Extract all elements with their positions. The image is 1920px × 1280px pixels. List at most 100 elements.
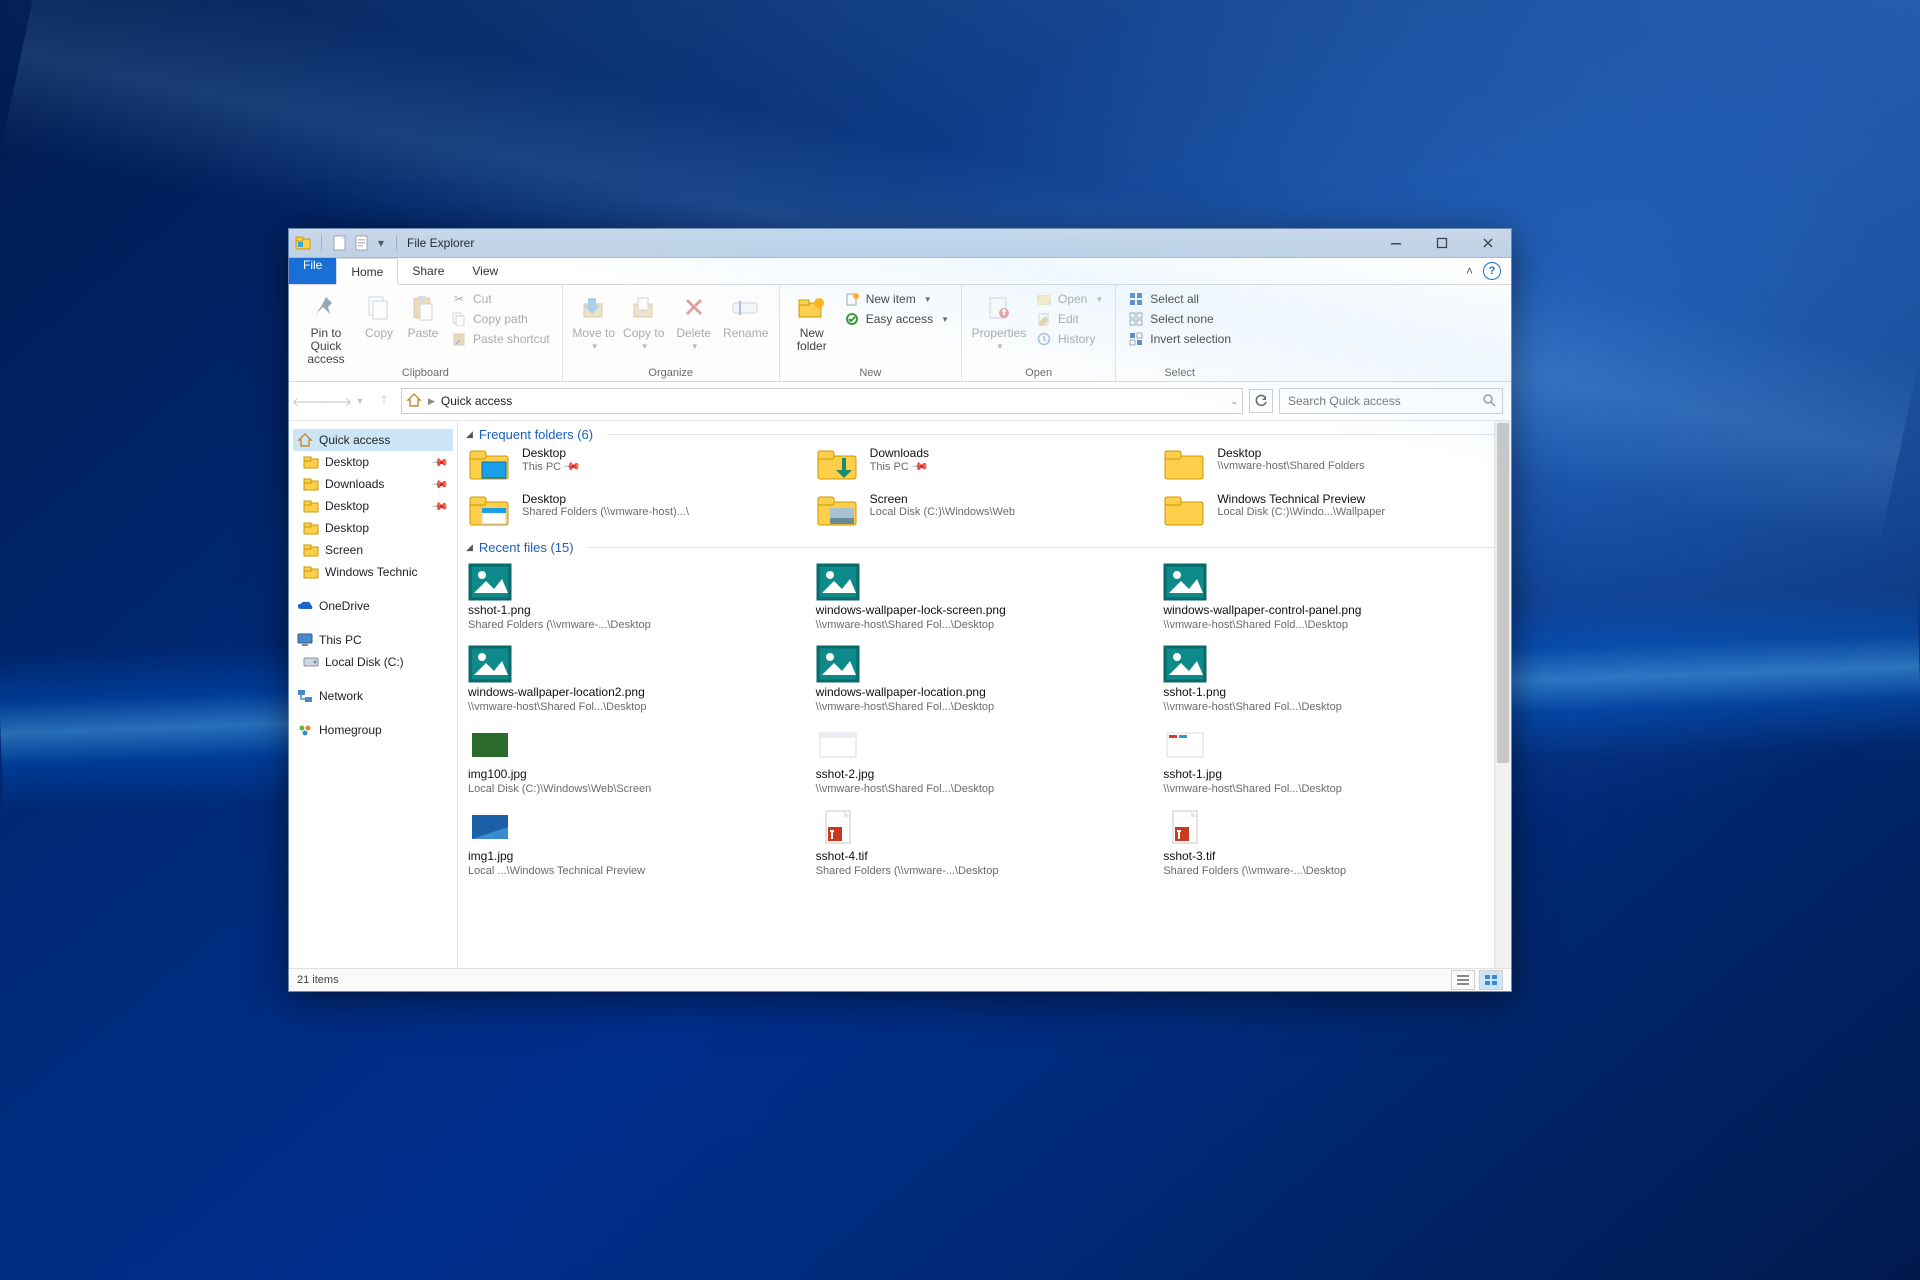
edit-button[interactable]: Edit (1032, 310, 1107, 328)
nav-recent-dropdown[interactable]: ▼ (353, 390, 367, 412)
file-thumbnail (1163, 727, 1207, 765)
recent-file-item[interactable]: sshot-3.tifShared Folders (\\vmware-...\… (1163, 809, 1503, 877)
clipboard-group-label: Clipboard (297, 367, 554, 380)
address-dropdown-icon[interactable]: ⌄ (1230, 396, 1238, 407)
move-to-icon (578, 292, 610, 324)
easy-access-button[interactable]: Easy access▼ (840, 310, 953, 328)
qat-dropdown-icon[interactable]: ▾ (376, 235, 386, 251)
history-button[interactable]: History (1032, 330, 1107, 348)
pin-icon: 📌 (910, 457, 929, 476)
frequent-folder-item[interactable]: Windows Technical PreviewLocal Disk (C:)… (1163, 492, 1503, 528)
rename-button[interactable]: Rename (721, 288, 771, 340)
ribbon-collapse-icon[interactable]: ˄ (1466, 264, 1473, 278)
sidebar-local-disk[interactable]: Local Disk (C:) (293, 651, 453, 673)
pin-icon: 📌 (431, 475, 450, 494)
recent-file-item[interactable]: img1.jpgLocal ...\Windows Technical Prev… (468, 809, 808, 877)
recent-file-item[interactable]: windows-wallpaper-lock-screen.png\\vmwar… (816, 563, 1156, 631)
frequent-folder-item[interactable]: ScreenLocal Disk (C:)\Windows\Web (816, 492, 1156, 528)
pin-to-quick-access-button[interactable]: Pin to Quick access (297, 288, 355, 367)
breadcrumb[interactable]: Quick access (441, 394, 512, 408)
recent-file-item[interactable]: sshot-4.tifShared Folders (\\vmware-...\… (816, 809, 1156, 877)
recent-file-item[interactable]: sshot-2.jpg\\vmware-host\Shared Fol...\D… (816, 727, 1156, 795)
sidebar-item[interactable]: Windows Technic (293, 561, 453, 583)
recent-file-item[interactable]: img100.jpgLocal Disk (C:)\Windows\Web\Sc… (468, 727, 808, 795)
help-icon[interactable]: ? (1483, 262, 1501, 280)
vertical-scrollbar[interactable] (1494, 421, 1511, 968)
sidebar-item[interactable]: Screen (293, 539, 453, 561)
paste-shortcut-button[interactable]: Paste shortcut (447, 330, 554, 348)
close-button[interactable] (1465, 229, 1511, 257)
tab-share[interactable]: Share (398, 258, 458, 284)
folder-icon (1163, 492, 1207, 528)
view-large-icons-button[interactable] (1479, 970, 1503, 990)
move-to-button[interactable]: Move to▼ (571, 288, 617, 352)
recent-file-item[interactable]: sshot-1.jpg\\vmware-host\Shared Fol...\D… (1163, 727, 1503, 795)
frequent-folder-item[interactable]: DownloadsThis PC📌 (816, 446, 1156, 482)
qat-new-doc-icon[interactable] (332, 235, 348, 251)
chevron-right-icon: ▶ (428, 396, 435, 407)
tab-home[interactable]: Home (336, 258, 398, 285)
refresh-button[interactable] (1249, 389, 1273, 413)
file-thumbnail (468, 645, 512, 683)
recent-file-item[interactable]: windows-wallpaper-location2.png\\vmware-… (468, 645, 808, 713)
nav-up-button[interactable]: 🡑 (373, 390, 395, 412)
qat-separator (321, 235, 322, 251)
recent-file-item[interactable]: sshot-1.png\\vmware-host\Shared Fol...\D… (1163, 645, 1503, 713)
sidebar-item[interactable]: Desktop (293, 517, 453, 539)
cut-button[interactable]: ✂Cut (447, 290, 554, 308)
sidebar-item[interactable]: Desktop📌 (293, 495, 453, 517)
recent-file-item[interactable]: windows-wallpaper-location.png\\vmware-h… (816, 645, 1156, 713)
new-folder-icon (796, 292, 828, 324)
ribbon-tabs: File Home Share View ˄ ? (289, 258, 1511, 285)
view-details-button[interactable] (1451, 970, 1475, 990)
sidebar-item[interactable]: Desktop📌 (293, 451, 453, 473)
tab-file[interactable]: File (289, 258, 336, 284)
minimize-button[interactable] (1373, 229, 1419, 257)
paste-button[interactable]: Paste (403, 288, 443, 340)
scrollbar-thumb[interactable] (1497, 423, 1509, 763)
properties-button[interactable]: Properties▼ (970, 288, 1028, 352)
open-button[interactable]: Open▼ (1032, 290, 1107, 308)
search-box[interactable] (1279, 388, 1503, 414)
pin-label: Pin to Quick access (297, 327, 355, 367)
tab-view[interactable]: View (458, 258, 512, 284)
recent-file-item[interactable]: sshot-1.pngShared Folders (\\vmware-...\… (468, 563, 808, 631)
sidebar-onedrive[interactable]: OneDrive (293, 595, 453, 617)
copy-to-button[interactable]: Copy to▼ (621, 288, 667, 352)
folder-icon (303, 454, 319, 470)
rename-icon (730, 292, 762, 324)
new-item-button[interactable]: New item▼ (840, 290, 953, 308)
search-input[interactable] (1286, 393, 1482, 409)
delete-button[interactable]: Delete▼ (671, 288, 717, 352)
select-all-button[interactable]: Select all (1124, 290, 1235, 308)
frequent-folder-item[interactable]: DesktopThis PC📌 (468, 446, 808, 482)
sidebar-item[interactable]: Downloads📌 (293, 473, 453, 495)
nav-back-button[interactable]: 🡐 (297, 390, 319, 412)
address-bar[interactable]: ▶ Quick access ⌄ (401, 388, 1243, 414)
navigation-pane: Quick access Desktop📌Downloads📌Desktop📌D… (289, 421, 458, 968)
copy-button[interactable]: Copy (359, 288, 399, 340)
sidebar-homegroup[interactable]: Homegroup (293, 719, 453, 741)
section-recent-files[interactable]: ◢ Recent files (15) (458, 534, 1511, 559)
titlebar: ▾ File Explorer (289, 229, 1511, 258)
frequent-folder-item[interactable]: DesktopShared Folders (\\vmware-host)...… (468, 492, 808, 528)
section-frequent-folders[interactable]: ◢ Frequent folders (6) (458, 421, 1511, 446)
new-folder-button[interactable]: New folder (788, 288, 836, 353)
sidebar-network[interactable]: Network (293, 685, 453, 707)
qat-properties-icon[interactable] (354, 235, 370, 251)
window-title: File Explorer (401, 236, 474, 250)
file-thumbnail (1163, 563, 1207, 601)
maximize-button[interactable] (1419, 229, 1465, 257)
invert-selection-button[interactable]: Invert selection (1124, 330, 1235, 348)
copy-path-button[interactable]: Copy path (447, 310, 554, 328)
nav-forward-button[interactable]: 🡒 (325, 390, 347, 412)
delete-icon (678, 292, 710, 324)
disk-icon (303, 654, 319, 670)
ribbon-group-organize: Move to▼ Copy to▼ Delete▼ Rename (563, 285, 780, 381)
recent-file-item[interactable]: windows-wallpaper-control-panel.png\\vmw… (1163, 563, 1503, 631)
select-none-button[interactable]: Select none (1124, 310, 1235, 328)
frequent-folder-item[interactable]: Desktop\\vmware-host\Shared Folders (1163, 446, 1503, 482)
sidebar-quick-access[interactable]: Quick access (293, 429, 453, 451)
sidebar-this-pc[interactable]: This PC (293, 629, 453, 651)
folder-icon (816, 492, 860, 528)
